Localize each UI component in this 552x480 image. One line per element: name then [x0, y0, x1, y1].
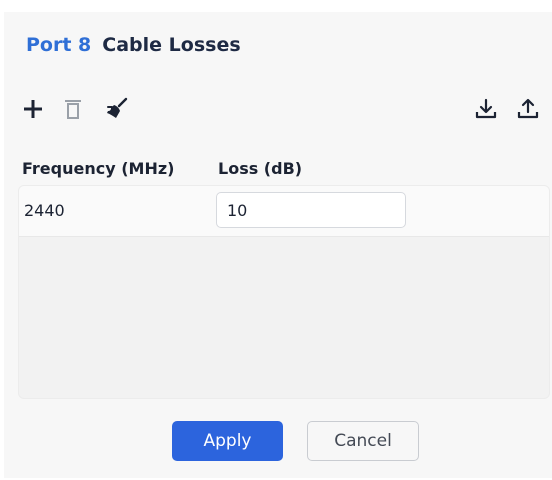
table-row[interactable]: 2440 — [19, 186, 549, 237]
port-label: Port 8 — [26, 34, 92, 56]
delete-icon — [65, 100, 81, 119]
cable-loss-table: 2440 — [18, 185, 550, 399]
column-header-frequency: Frequency (MHz) — [22, 159, 175, 178]
column-header-loss: Loss (dB) — [218, 159, 303, 178]
upload-icon — [517, 98, 539, 119]
loss-input[interactable] — [216, 192, 406, 228]
apply-button[interactable]: Apply — [172, 421, 283, 461]
dialog-title: Port 8 Cable Losses — [26, 32, 241, 58]
cancel-button[interactable]: Cancel — [307, 421, 419, 461]
dialog-title-text: Cable Losses — [102, 34, 241, 56]
upload-button[interactable] — [514, 95, 542, 123]
add-icon — [24, 100, 42, 118]
delete-row-button[interactable] — [59, 95, 87, 123]
clear-all-button[interactable] — [103, 95, 131, 123]
download-icon — [475, 98, 497, 119]
download-button[interactable] — [472, 95, 500, 123]
cable-losses-dialog: Port 8 Cable Losses Frequency (MHz) Loss… — [4, 12, 552, 478]
add-row-button[interactable] — [19, 95, 47, 123]
frequency-cell[interactable]: 2440 — [24, 201, 65, 220]
broom-icon — [107, 97, 128, 118]
